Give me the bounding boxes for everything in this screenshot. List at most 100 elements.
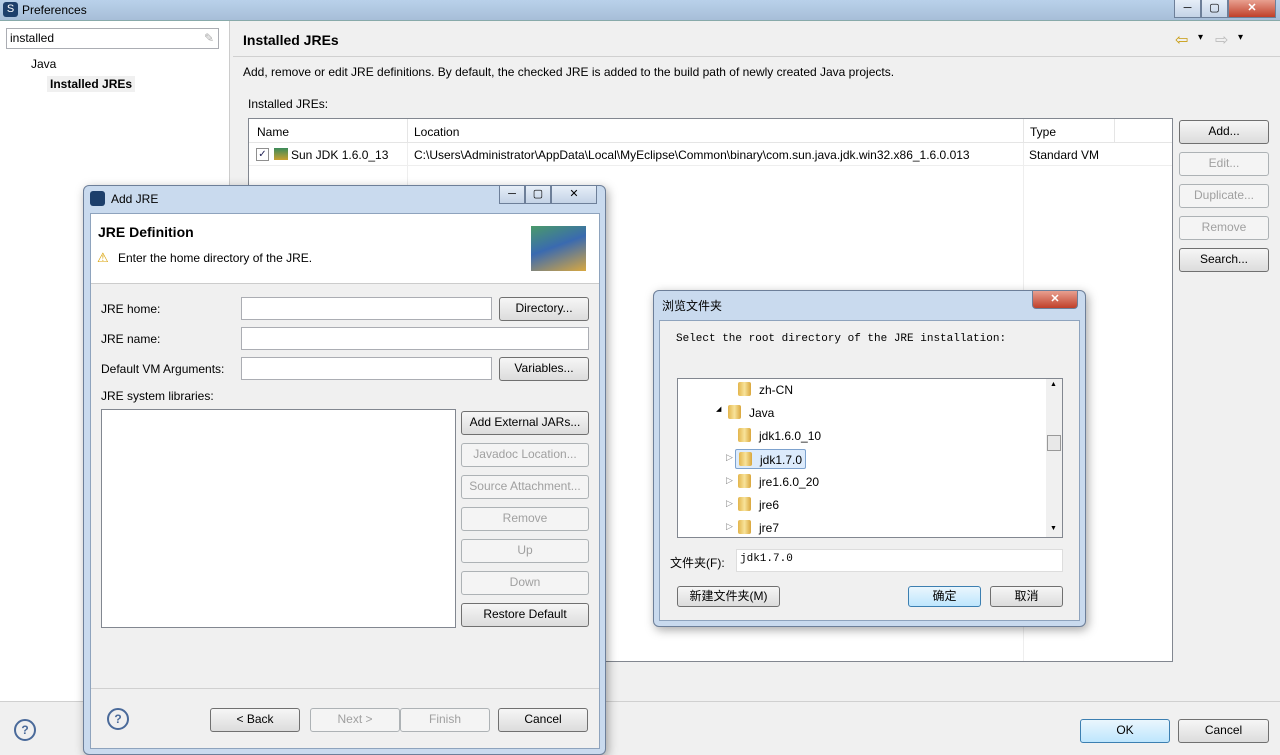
app-icon: S xyxy=(3,2,18,17)
expand-icon[interactable]: ▷ xyxy=(726,498,733,509)
down-button[interactable]: Down xyxy=(461,571,589,595)
jre-location: C:\Users\Administrator\AppData\Local\MyE… xyxy=(414,148,970,162)
filter-value: installed xyxy=(10,31,55,45)
tree-item[interactable]: jre6 xyxy=(738,495,779,515)
back-menu-icon[interactable]: ▾ xyxy=(1198,32,1203,43)
scroll-thumb[interactable] xyxy=(1047,435,1061,451)
back-icon[interactable]: ⇦ xyxy=(1175,30,1188,50)
window-title: Preferences xyxy=(22,3,87,17)
jre-name-input[interactable] xyxy=(241,327,589,350)
add-external-jars-button[interactable]: Add External JARs... xyxy=(461,411,589,435)
divider xyxy=(233,56,1280,57)
folder-icon xyxy=(738,520,751,534)
remove-library-button[interactable]: Remove xyxy=(461,507,589,531)
folder-icon xyxy=(739,452,752,466)
column-name[interactable]: Name xyxy=(257,125,289,139)
app-icon xyxy=(90,191,105,206)
folder-input[interactable]: jdk1.7.0 xyxy=(736,549,1063,572)
jre-name-label: JRE name: xyxy=(101,332,161,346)
banner-message: Enter the home directory of the JRE. xyxy=(118,251,313,265)
duplicate-button[interactable]: Duplicate... xyxy=(1179,184,1269,208)
ok-button[interactable]: OK xyxy=(1080,719,1170,743)
next-button[interactable]: Next > xyxy=(310,708,400,732)
cancel-button[interactable]: Cancel xyxy=(498,708,588,732)
jre-home-label: JRE home: xyxy=(101,302,161,316)
jre-icon xyxy=(274,148,288,160)
books-icon xyxy=(531,226,586,271)
column-type[interactable]: Type xyxy=(1023,119,1062,143)
dialog-banner: JRE Definition ⚠ Enter the home director… xyxy=(91,214,599,284)
add-jre-dialog: Add JRE ─ ▢ ✕ JRE Definition ⚠ Enter the… xyxy=(83,185,606,755)
search-button[interactable]: Search... xyxy=(1179,248,1269,272)
ok-button[interactable]: 确定 xyxy=(908,586,981,607)
collapse-icon[interactable]: ◢ xyxy=(716,405,721,413)
table-header: Name Location Type xyxy=(249,119,1172,143)
tree-item-java[interactable]: Java xyxy=(31,57,56,71)
folder-icon xyxy=(738,497,751,511)
directory-button[interactable]: Directory... xyxy=(499,297,589,321)
source-attachment-button[interactable]: Source Attachment... xyxy=(461,475,589,499)
tree-item[interactable]: jre1.6.0_20 xyxy=(738,472,819,492)
vm-args-label: Default VM Arguments: xyxy=(101,362,225,376)
close-button[interactable]: ✕ xyxy=(551,186,597,204)
folder-icon xyxy=(738,382,751,396)
view-menu-icon[interactable]: ▾ xyxy=(1238,32,1243,43)
tree-item[interactable]: jdk1.6.0_10 xyxy=(738,426,821,446)
up-button[interactable]: Up xyxy=(461,539,589,563)
filter-input[interactable]: installed ✎ xyxy=(6,28,219,49)
clear-icon[interactable]: ✎ xyxy=(204,31,214,45)
maximize-button[interactable]: ▢ xyxy=(1201,0,1228,18)
folder-tree[interactable]: zh-CN ◢ Java jdk1.6.0_10 ▷ jdk1.7.0 ▷ jr… xyxy=(677,378,1063,538)
help-icon[interactable]: ? xyxy=(14,719,36,741)
add-button[interactable]: Add... xyxy=(1179,120,1269,144)
expand-icon[interactable]: ▷ xyxy=(726,521,733,532)
vm-args-input[interactable] xyxy=(241,357,492,380)
jre-home-input[interactable] xyxy=(241,297,492,320)
libraries-label: JRE system libraries: xyxy=(101,389,214,403)
help-icon[interactable]: ? xyxy=(107,708,129,730)
close-button[interactable]: ✕ xyxy=(1032,291,1078,309)
variables-button[interactable]: Variables... xyxy=(499,357,589,381)
browse-folder-dialog: 浏览文件夹 ✕ Select the root directory of the… xyxy=(653,290,1086,627)
folder-icon xyxy=(728,405,741,419)
finish-button[interactable]: Finish xyxy=(400,708,490,732)
edit-button[interactable]: Edit... xyxy=(1179,152,1269,176)
column-location[interactable]: Location xyxy=(407,119,465,143)
minimize-button[interactable]: ─ xyxy=(1174,0,1201,18)
expand-icon[interactable]: ▷ xyxy=(726,475,733,486)
expand-icon[interactable]: ▷ xyxy=(726,452,733,463)
table-label: Installed JREs: xyxy=(248,97,329,111)
page-title: Installed JREs xyxy=(243,32,339,48)
libraries-list[interactable] xyxy=(101,409,456,628)
tree-item[interactable]: jre7 xyxy=(738,518,779,537)
tree-item-installed-jres[interactable]: Installed JREs xyxy=(47,76,136,92)
jre-type: Standard VM xyxy=(1029,148,1100,162)
scroll-up-icon[interactable]: ▲ xyxy=(1050,381,1057,388)
tree-item-selected[interactable]: jdk1.7.0 xyxy=(735,449,807,469)
restore-default-button[interactable]: Restore Default xyxy=(461,603,589,627)
table-row[interactable]: ✓ Sun JDK 1.6.0_13 C:\Users\Administrato… xyxy=(249,143,1172,166)
tree-item[interactable]: zh-CN xyxy=(738,380,793,400)
back-button[interactable]: < Back xyxy=(210,708,300,732)
title-bar: S Preferences ─ ▢ ✕ xyxy=(0,0,1280,21)
folder-icon xyxy=(738,474,751,488)
maximize-button[interactable]: ▢ xyxy=(525,186,551,204)
minimize-button[interactable]: ─ xyxy=(499,186,525,204)
banner-title: JRE Definition xyxy=(98,224,194,240)
cancel-button[interactable]: Cancel xyxy=(1178,719,1269,743)
warning-icon: ⚠ xyxy=(97,250,109,265)
forward-icon[interactable]: ⇨ xyxy=(1215,30,1228,50)
scrollbar[interactable]: ▲ ▼ xyxy=(1046,379,1062,537)
folder-label: 文件夹(F): xyxy=(670,556,725,570)
default-checkbox[interactable]: ✓ xyxy=(256,148,269,161)
page-description: Add, remove or edit JRE definitions. By … xyxy=(243,65,895,79)
cancel-button[interactable]: 取消 xyxy=(990,586,1063,607)
javadoc-location-button[interactable]: Javadoc Location... xyxy=(461,443,589,467)
dialog-title: 浏览文件夹 xyxy=(662,299,723,313)
remove-button[interactable]: Remove xyxy=(1179,216,1269,240)
new-folder-button[interactable]: 新建文件夹(M) xyxy=(677,586,780,607)
prompt-text: Select the root directory of the JRE ins… xyxy=(676,333,1007,345)
scroll-down-icon[interactable]: ▼ xyxy=(1050,525,1057,532)
tree-item[interactable]: Java xyxy=(728,403,774,423)
close-button[interactable]: ✕ xyxy=(1228,0,1276,18)
